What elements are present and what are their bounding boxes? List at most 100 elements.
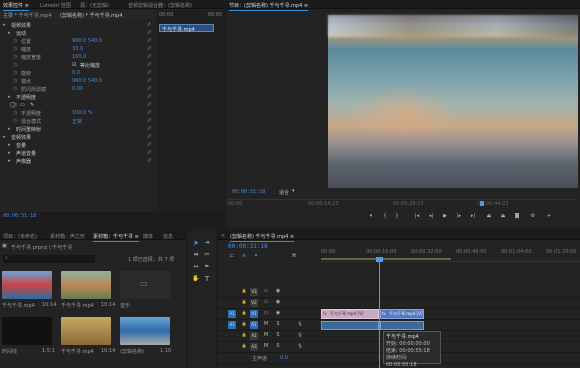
program-ruler[interactable]: 00:00 00:00:14:23 00:00:29:23 00:00:44:2… — [228, 199, 578, 207]
step-back-icon[interactable]: ◂| — [426, 213, 436, 219]
program-timecode[interactable]: 00:00:31:18 — [232, 189, 265, 195]
expand-triangle-icon[interactable]: ▸ — [3, 22, 6, 28]
reset-icon[interactable]: ↺ — [147, 30, 151, 36]
add-marker-icon[interactable]: ▾ — [366, 213, 376, 219]
program-video-frame[interactable] — [328, 15, 578, 188]
lock-icon[interactable]: 🔒 — [240, 288, 248, 293]
work-area-bar[interactable] — [321, 258, 451, 260]
sequence-label[interactable]: (剪辑名称) * 千与千寻.mp4 — [60, 12, 122, 19]
source-patch-button[interactable]: V1 — [228, 310, 236, 318]
effect-row[interactable]: ◷ 旋转 0.0 ↺ — [0, 69, 155, 77]
expand-triangle-icon[interactable]: ▸ — [8, 94, 11, 100]
mark-in-icon[interactable]: { — [380, 213, 390, 219]
mute-icon[interactable]: M — [262, 332, 270, 338]
source-label[interactable]: 主要 * 千与千寻.mp4 — [3, 12, 52, 19]
stopwatch-icon[interactable]: ◷ — [13, 62, 17, 68]
reset-icon[interactable]: ↺ — [147, 86, 151, 92]
lock-icon[interactable]: 🔒 — [240, 332, 248, 337]
expand-triangle-icon[interactable]: ▸ — [8, 142, 11, 148]
track-header[interactable]: V1 🔒 V1 ▭ ◉ — [218, 309, 318, 319]
extract-icon[interactable]: ⏏ — [498, 213, 508, 219]
play-icon[interactable]: ▶ — [440, 213, 450, 219]
project-item-thumbnail[interactable] — [2, 271, 52, 299]
mic-icon[interactable]: 🎙 — [296, 332, 304, 337]
lift-icon[interactable]: ⏏ — [484, 213, 494, 219]
rect-mask-icon[interactable]: ▭ — [20, 102, 25, 108]
track-target-button[interactable]: V1 — [250, 310, 258, 318]
solo-icon[interactable]: S — [274, 343, 282, 349]
slip-tool-icon[interactable]: ↔ — [191, 263, 201, 270]
type-tool-icon[interactable]: T — [202, 275, 212, 283]
solo-icon[interactable]: S — [274, 321, 282, 327]
stopwatch-icon[interactable]: ◷ — [13, 110, 17, 116]
tab-bin-voice[interactable]: 素材箱：声之形 — [50, 233, 85, 240]
track-header[interactable]: 🔒 A2 M S 🎙 — [218, 331, 318, 341]
go-to-out-icon[interactable]: ▸| — [468, 213, 478, 219]
eye-icon[interactable]: ◉ — [274, 299, 282, 305]
project-item-thumbnail[interactable] — [61, 317, 111, 345]
audio-clip-b[interactable] — [380, 321, 424, 330]
lock-icon[interactable]: 🔒 — [240, 343, 248, 348]
ripple-edit-tool-icon[interactable]: ⇹ — [191, 251, 201, 258]
source-patch-button[interactable]: A1 — [228, 321, 236, 329]
track-select-tool-icon[interactable]: ⇥ — [202, 239, 212, 246]
effect-row-value[interactable]: 960.0 540.0 — [72, 78, 102, 84]
tab-bin-qianyu[interactable]: 素材箱：千与千寻 ≡ — [93, 233, 139, 242]
track-header[interactable]: 🔒 V3 ▭ ◉ — [218, 287, 318, 297]
snap-icon[interactable]: ⊏ — [228, 253, 236, 259]
effect-row-value[interactable]: 960.0 540.0 — [72, 38, 102, 44]
expand-triangle-icon[interactable]: ▸ — [8, 126, 11, 132]
tab-source[interactable]: 源：(无剪辑) — [80, 2, 109, 9]
sync-lock-icon[interactable]: ▭ — [262, 310, 270, 316]
selection-tool-icon[interactable]: ➤ — [191, 239, 201, 247]
tab-program[interactable]: 节目：(剪辑名称) 千与千寻.mp4 ≡ — [229, 2, 309, 11]
effect-row[interactable]: ▸ 声像器 ↺ — [0, 157, 155, 165]
reset-icon[interactable]: ↺ — [147, 134, 151, 140]
reset-icon[interactable]: ↺ — [147, 150, 151, 156]
effect-row[interactable]: ◷ 防闪烁滤镜 0.00 ↺ — [0, 85, 155, 93]
mute-icon[interactable]: M — [262, 343, 270, 349]
audio-clip-a[interactable] — [321, 321, 379, 330]
track-header[interactable]: A1 🔒 A1 M S 🎙 — [218, 320, 318, 330]
stopwatch-icon[interactable]: ◷ — [13, 78, 17, 84]
expand-triangle-icon[interactable]: ▸ — [8, 150, 11, 156]
tab-lumetri-scopes[interactable]: Lumetri 范围 — [40, 2, 71, 9]
project-item-thumbnail[interactable]: ▭ — [120, 271, 170, 299]
tab-project[interactable]: 项目：(未命名) — [3, 233, 37, 240]
stopwatch-icon[interactable]: ◷ — [13, 86, 17, 92]
reset-icon[interactable]: ↺ — [147, 142, 151, 148]
export-frame-icon[interactable]: ◙ — [512, 213, 522, 219]
linked-selection-icon[interactable]: ∩ — [240, 253, 248, 259]
razor-tool-icon[interactable]: ✂ — [202, 251, 212, 258]
effect-row[interactable]: ◷ ◯ ▭ ✎ ↺ — [0, 101, 155, 109]
add-button-icon[interactable]: + — [544, 213, 554, 219]
effect-row-value[interactable]: 100.0 % — [72, 110, 93, 116]
stopwatch-icon[interactable]: ◷ — [13, 54, 17, 60]
reset-icon[interactable]: ↺ — [147, 118, 151, 124]
stopwatch-icon[interactable]: ◷ — [13, 70, 17, 76]
eye-icon[interactable]: ◉ — [274, 288, 282, 294]
effect-row[interactable]: ▸ 视频效果 ↺ — [0, 21, 155, 29]
program-playhead[interactable] — [480, 201, 484, 206]
reset-icon[interactable]: ↺ — [147, 78, 151, 84]
track-target-button[interactable]: V2 — [250, 299, 258, 307]
reset-icon[interactable]: ↺ — [147, 70, 151, 76]
track-target-button[interactable]: A1 — [250, 321, 258, 329]
pen-tool-icon[interactable]: ✒ — [202, 263, 212, 270]
timeline-playhead[interactable] — [379, 257, 380, 368]
reset-icon[interactable]: ↺ — [147, 110, 151, 116]
playhead-handle[interactable] — [376, 257, 383, 262]
add-marker-icon[interactable]: ▾ — [252, 253, 260, 259]
video-clip-b[interactable]: fx 千与千寻.mp4 [V] — [380, 309, 424, 319]
effect-row[interactable]: ◷ 位置 960.0 540.0 ↺ — [0, 37, 155, 45]
effect-row-value[interactable]: 33.0 — [72, 46, 83, 52]
tab-media[interactable]: 媒体 — [143, 233, 153, 240]
track-target-button[interactable]: A3 — [250, 343, 258, 351]
stopwatch-icon[interactable]: ◷ — [13, 46, 17, 52]
master-volume-value[interactable]: 0.0 — [280, 355, 288, 361]
mark-out-icon[interactable]: } — [392, 213, 402, 219]
stopwatch-icon[interactable]: ◷ — [13, 118, 17, 124]
tab-sequence[interactable]: (剪辑名称) 千与千寻.mp4 ≡ — [230, 233, 295, 242]
track-target-button[interactable]: A2 — [250, 332, 258, 340]
effect-row[interactable]: ▸ 时间重映射 ↺ — [0, 125, 155, 133]
